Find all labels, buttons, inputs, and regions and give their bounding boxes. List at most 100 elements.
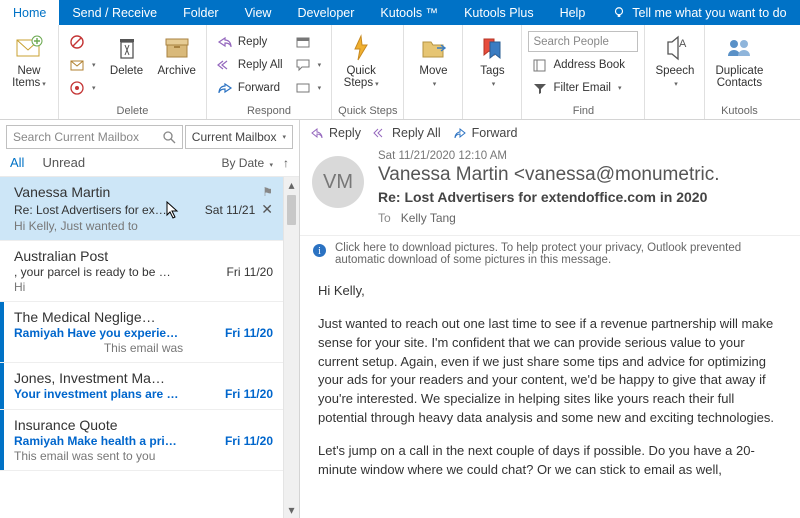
list-scrollbar[interactable]: ▴ ▾ [283,177,299,518]
message-preview: This email was sent to you [14,449,273,463]
more-respond-button[interactable]: ▾ [291,77,326,98]
list-item[interactable]: Jones, Investment Ma… Your investment pl… [0,363,283,410]
body-paragraph: Let's jump on a call in the next couple … [318,442,782,480]
tab-folder[interactable]: Folder [170,0,231,25]
message-sender: Insurance Quote [14,417,273,433]
reading-body: Hi Kelly, Just wanted to reach out one l… [300,276,800,500]
duplicate-contacts-icon [724,34,754,62]
sort-direction[interactable]: ↑ [283,156,289,170]
reading-pane: Reply Reply All Forward VM Sat 11/21/202… [300,120,800,518]
cleanup-icon [69,57,85,73]
reading-from: Vanessa Martin <vanessa@monumetric. [378,164,788,186]
tab-kutools[interactable]: Kutools ™ [367,0,451,25]
forward-button[interactable]: Forward [213,77,287,98]
reply-all-icon [217,58,233,72]
list-item[interactable]: The Medical Neglige… Ramiyah Have you ex… [0,302,283,363]
reading-reply-button[interactable]: Reply [310,126,361,140]
message-date: Sat 11/21 [203,203,255,217]
list-item[interactable]: Australian Post , your parcel is ready t… [0,241,283,302]
move-button[interactable]: Move▾ [410,29,456,93]
list-item[interactable]: Insurance Quote Ramiyah Make health a pr… [0,410,283,471]
meeting-button[interactable] [291,31,326,52]
group-label-delete: Delete [65,104,200,119]
filter-unread[interactable]: Unread [42,155,85,170]
reading-reply-label: Reply [329,126,361,140]
message-sender: Jones, Investment Ma… [14,370,273,386]
more-icon [295,81,311,95]
scroll-up-icon[interactable]: ▴ [284,177,299,193]
new-items-label: New Items [12,65,40,89]
ribbon: New Items▾ ▾ ▾ Delete Archive Delete [0,25,800,120]
message-sender: The Medical Neglige… [14,309,273,325]
tell-me[interactable]: Tell me what you want to do [598,0,794,25]
reply-icon [217,35,233,49]
reply-label: Reply [238,36,267,48]
svg-text:i: i [318,246,321,257]
to-label: To [378,211,391,225]
scroll-down-icon[interactable]: ▾ [284,502,299,518]
message-date: Fri 11/20 [221,265,273,279]
search-placeholder: Search Current Mailbox [13,130,139,144]
search-scope-dropdown[interactable]: Current Mailbox▾ [185,125,293,149]
address-book-label: Address Book [553,59,625,71]
duplicate-contacts-button[interactable]: Duplicate Contacts [711,29,767,91]
dismiss-icon[interactable]: ✕ [261,201,273,218]
archive-button[interactable]: Archive [154,29,200,79]
archive-icon [163,34,191,62]
speech-button[interactable]: A Speech▾ [651,29,698,93]
tab-send-receive[interactable]: Send / Receive [59,0,170,25]
new-items-button[interactable]: New Items▾ [6,29,52,93]
reply-all-icon [373,127,387,139]
forward-label: Forward [238,82,280,94]
ignore-icon [69,34,85,50]
flag-icon[interactable]: ⚑ [262,185,273,199]
reply-button[interactable]: Reply [213,31,287,52]
tab-view[interactable]: View [232,0,285,25]
message-preview: Hi [14,280,273,294]
sort-by-date[interactable]: By Date ▾ [221,156,273,170]
download-pictures-infobar[interactable]: i Click here to download pictures. To he… [300,236,800,276]
reply-all-button[interactable]: Reply All [213,54,287,75]
info-icon: i [312,243,327,258]
quick-steps-button[interactable]: Quick Steps▾ [338,29,384,93]
message-subject: Re: Lost Advertisers for ex… [14,203,203,217]
list-item[interactable]: Vanessa Martin ⚑ Re: Lost Advertisers fo… [0,177,283,241]
message-sender: Vanessa Martin [14,184,262,200]
junk-button[interactable]: ▾ [65,77,100,98]
search-icon [162,130,176,144]
message-subject: Your investment plans are … [14,387,221,401]
forward-icon [453,127,467,139]
reading-forward-button[interactable]: Forward [453,126,518,140]
tab-developer[interactable]: Developer [284,0,367,25]
reading-reply-all-button[interactable]: Reply All [373,126,441,140]
group-label-speech [651,116,698,119]
ignore-button[interactable] [65,31,100,52]
move-icon [419,34,447,62]
tab-kutools-plus[interactable]: Kutools Plus [451,0,546,25]
reading-subject: Re: Lost Advertisers for extendoffice.co… [378,189,788,205]
tab-help[interactable]: Help [547,0,599,25]
address-book-button[interactable]: Address Book [528,54,638,75]
scroll-thumb[interactable] [287,195,296,225]
filter-all[interactable]: All [10,155,24,170]
tags-button[interactable]: Tags▾ [469,29,515,93]
search-mailbox-input[interactable]: Search Current Mailbox [6,125,183,149]
reading-forward-label: Forward [472,126,518,140]
filter-icon [532,81,548,95]
sort-label: By Date [221,156,264,170]
message-date: Fri 11/20 [221,326,273,340]
cleanup-button[interactable]: ▾ [65,54,100,75]
forward-icon [217,81,233,95]
group-label-move [410,116,456,119]
delete-button[interactable]: Delete [104,29,150,79]
message-preview: Hi Kelly, Just wanted to [14,219,273,233]
filter-email-button[interactable]: Filter Email▾ [528,77,638,98]
message-date: Fri 11/20 [221,434,273,448]
im-button[interactable]: ▾ [291,54,326,75]
reply-all-label: Reply All [238,59,283,71]
search-people-input[interactable]: Search People [528,31,638,52]
new-email-icon [14,34,44,62]
quick-steps-label: Quick Steps [344,65,376,89]
tab-home[interactable]: Home [0,0,59,25]
group-label-tags [469,116,515,119]
